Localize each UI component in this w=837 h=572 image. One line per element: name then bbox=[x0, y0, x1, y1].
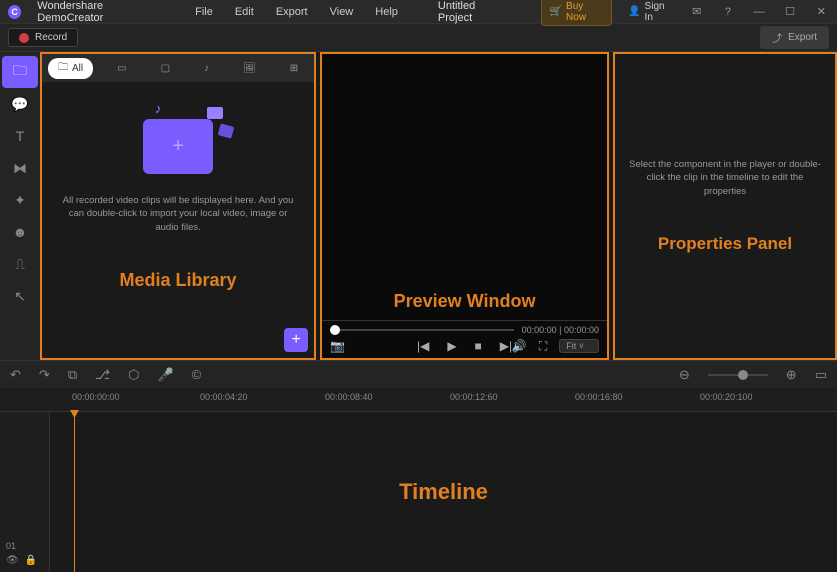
side-rail: 🗀 💬 T ⧓ ✦ ☻ ⎍ ↖ bbox=[0, 52, 40, 360]
snapshot-icon[interactable]: 📷 bbox=[330, 339, 345, 353]
scrubber-handle[interactable] bbox=[330, 325, 340, 335]
rail-cursor-icon[interactable]: ↖ bbox=[2, 280, 38, 312]
timeline-label: Timeline bbox=[399, 479, 488, 505]
media-tab-video-icon[interactable]: ▭ bbox=[107, 61, 136, 76]
help-icon[interactable]: ? bbox=[720, 5, 735, 19]
next-frame-button[interactable]: ▶| bbox=[500, 339, 512, 353]
menu-file[interactable]: File bbox=[195, 6, 213, 18]
media-label: Media Library bbox=[120, 270, 237, 291]
ruler-tick: 00:00:12:60 bbox=[450, 392, 498, 402]
undo-button[interactable]: ↶ bbox=[10, 367, 21, 383]
stop-button[interactable]: ■ bbox=[475, 339, 482, 353]
volume-icon[interactable]: 🔊 bbox=[512, 339, 527, 353]
track-header: 01 👁 🔒 bbox=[0, 412, 50, 572]
folder-icon: 🗀 bbox=[58, 60, 68, 77]
rail-media-icon[interactable]: 🗀 bbox=[2, 56, 38, 88]
user-icon: 👤 bbox=[628, 6, 640, 17]
timeline-toolbar: ↶ ↷ ⧉ ⎇ ⬡ 🎤 © ⊖ ⊕ ▭ bbox=[0, 360, 837, 388]
media-body[interactable]: ♪ All recorded video clips will be displ… bbox=[42, 82, 314, 358]
media-hint: All recorded video clips will be display… bbox=[60, 194, 296, 234]
preview-canvas[interactable]: Preview Window bbox=[322, 54, 607, 320]
upload-icon: ⤴ bbox=[772, 30, 782, 45]
media-tab-grid-icon[interactable]: ⊞ bbox=[280, 61, 308, 76]
crop-icon[interactable]: ⧉ bbox=[68, 367, 77, 383]
project-name: Untitled Project bbox=[438, 0, 509, 24]
ruler-tick: 00:00:04:20 bbox=[200, 392, 248, 402]
preview-controls: 00:00:00 | 00:00:00 📷 |◀ ▶ ■ ▶| 🔊 ⛶ Fit … bbox=[322, 320, 607, 358]
redo-button[interactable]: ↷ bbox=[39, 367, 50, 383]
close-button[interactable]: ✕ bbox=[814, 5, 829, 19]
mail-icon[interactable]: ✉ bbox=[689, 5, 704, 19]
main-area: 🗀 💬 T ⧓ ✦ ☻ ⎍ ↖ 🗀All ▭ ▢ ♪ 🖼 ⊞ ♪ All rec… bbox=[0, 52, 837, 360]
lock-icon[interactable]: 🔒 bbox=[25, 555, 37, 566]
toolbar: Record ⤴Export bbox=[0, 24, 837, 52]
preview-label: Preview Window bbox=[394, 291, 536, 312]
record-button[interactable]: Record bbox=[8, 28, 78, 47]
menu-export[interactable]: Export bbox=[276, 6, 308, 18]
zoom-in-button[interactable]: ⊕ bbox=[786, 367, 797, 383]
playhead[interactable] bbox=[74, 412, 75, 572]
voiceover-icon[interactable]: 🎤 bbox=[157, 367, 173, 383]
media-tabs: 🗀All ▭ ▢ ♪ 🖼 ⊞ bbox=[42, 54, 314, 82]
media-tab-audio-icon[interactable]: ♪ bbox=[194, 61, 219, 76]
add-media-button[interactable]: + bbox=[284, 328, 308, 352]
menu-view[interactable]: View bbox=[330, 6, 354, 18]
timeline-ruler[interactable]: 00:00:00:00 00:00:04:20 00:00:08:40 00:0… bbox=[0, 388, 837, 412]
track-number: 01 bbox=[6, 541, 43, 551]
export-button[interactable]: ⤴Export bbox=[760, 26, 829, 49]
rail-effects-icon[interactable]: ✦ bbox=[2, 184, 38, 216]
rail-caption-icon[interactable]: T bbox=[2, 120, 38, 152]
play-button[interactable]: ▶ bbox=[447, 339, 456, 353]
rail-audio-icon[interactable]: ⎍ bbox=[2, 248, 38, 280]
ruler-tick: 00:00:08:40 bbox=[325, 392, 373, 402]
minimize-button[interactable]: — bbox=[752, 5, 767, 19]
menu-help[interactable]: Help bbox=[375, 6, 398, 18]
media-tab-image-icon[interactable]: 🖼 bbox=[233, 61, 266, 76]
ruler-tick: 00:00:16:80 bbox=[575, 392, 623, 402]
prev-frame-button[interactable]: |◀ bbox=[417, 339, 429, 353]
properties-label: Properties Panel bbox=[658, 234, 792, 254]
menu-bar: File Edit Export View Help bbox=[195, 6, 398, 18]
timeline-tracks[interactable]: Timeline bbox=[50, 412, 837, 572]
media-illustration-icon: ♪ bbox=[143, 119, 213, 174]
ruler-tick: 00:00:00:00 bbox=[72, 392, 120, 402]
marker-icon[interactable]: ⬡ bbox=[128, 367, 139, 383]
rail-transition-icon[interactable]: ⧓ bbox=[2, 152, 38, 184]
media-library-panel: 🗀All ▭ ▢ ♪ 🖼 ⊞ ♪ All recorded video clip… bbox=[40, 52, 316, 360]
cart-icon: 🛒 bbox=[550, 6, 562, 17]
menu-edit[interactable]: Edit bbox=[235, 6, 254, 18]
zoom-slider[interactable] bbox=[708, 374, 768, 376]
fit-select[interactable]: Fit ˅ bbox=[559, 339, 599, 353]
timeline-area: 00:00:00:00 00:00:04:20 00:00:08:40 00:0… bbox=[0, 388, 837, 572]
maximize-button[interactable]: ☐ bbox=[783, 5, 798, 19]
fullscreen-icon[interactable]: ⛶ bbox=[539, 339, 547, 354]
sign-in-button[interactable]: 👤Sign In bbox=[628, 1, 673, 23]
app-name: Wondershare DemoCreator bbox=[37, 0, 165, 24]
media-tab-all[interactable]: 🗀All bbox=[48, 58, 93, 79]
buy-now-button[interactable]: 🛒Buy Now bbox=[541, 0, 613, 26]
record-icon bbox=[19, 33, 29, 43]
time-display: 00:00:00 | 00:00:00 bbox=[522, 325, 599, 335]
titlebar: C Wondershare DemoCreator File Edit Expo… bbox=[0, 0, 837, 24]
split-icon[interactable]: ⎇ bbox=[95, 367, 110, 383]
preview-panel: Preview Window 00:00:00 | 00:00:00 📷 |◀ … bbox=[320, 52, 609, 360]
zoom-out-button[interactable]: ⊖ bbox=[679, 367, 690, 383]
ruler-tick: 00:00:20:100 bbox=[700, 392, 753, 402]
zoom-fit-icon[interactable]: ▭ bbox=[815, 367, 827, 383]
scrubber[interactable] bbox=[330, 329, 513, 331]
visibility-icon[interactable]: 👁 bbox=[6, 555, 19, 566]
rail-stickers-icon[interactable]: ☻ bbox=[2, 216, 38, 248]
properties-hint: Select the component in the player or do… bbox=[627, 158, 823, 198]
copyright-icon[interactable]: © bbox=[192, 367, 202, 382]
properties-panel: Select the component in the player or do… bbox=[613, 52, 837, 360]
media-tab-clip-icon[interactable]: ▢ bbox=[151, 61, 180, 76]
rail-annotation-icon[interactable]: 💬 bbox=[2, 88, 38, 120]
zoom-thumb[interactable] bbox=[738, 370, 748, 380]
app-logo-icon: C bbox=[8, 5, 21, 19]
